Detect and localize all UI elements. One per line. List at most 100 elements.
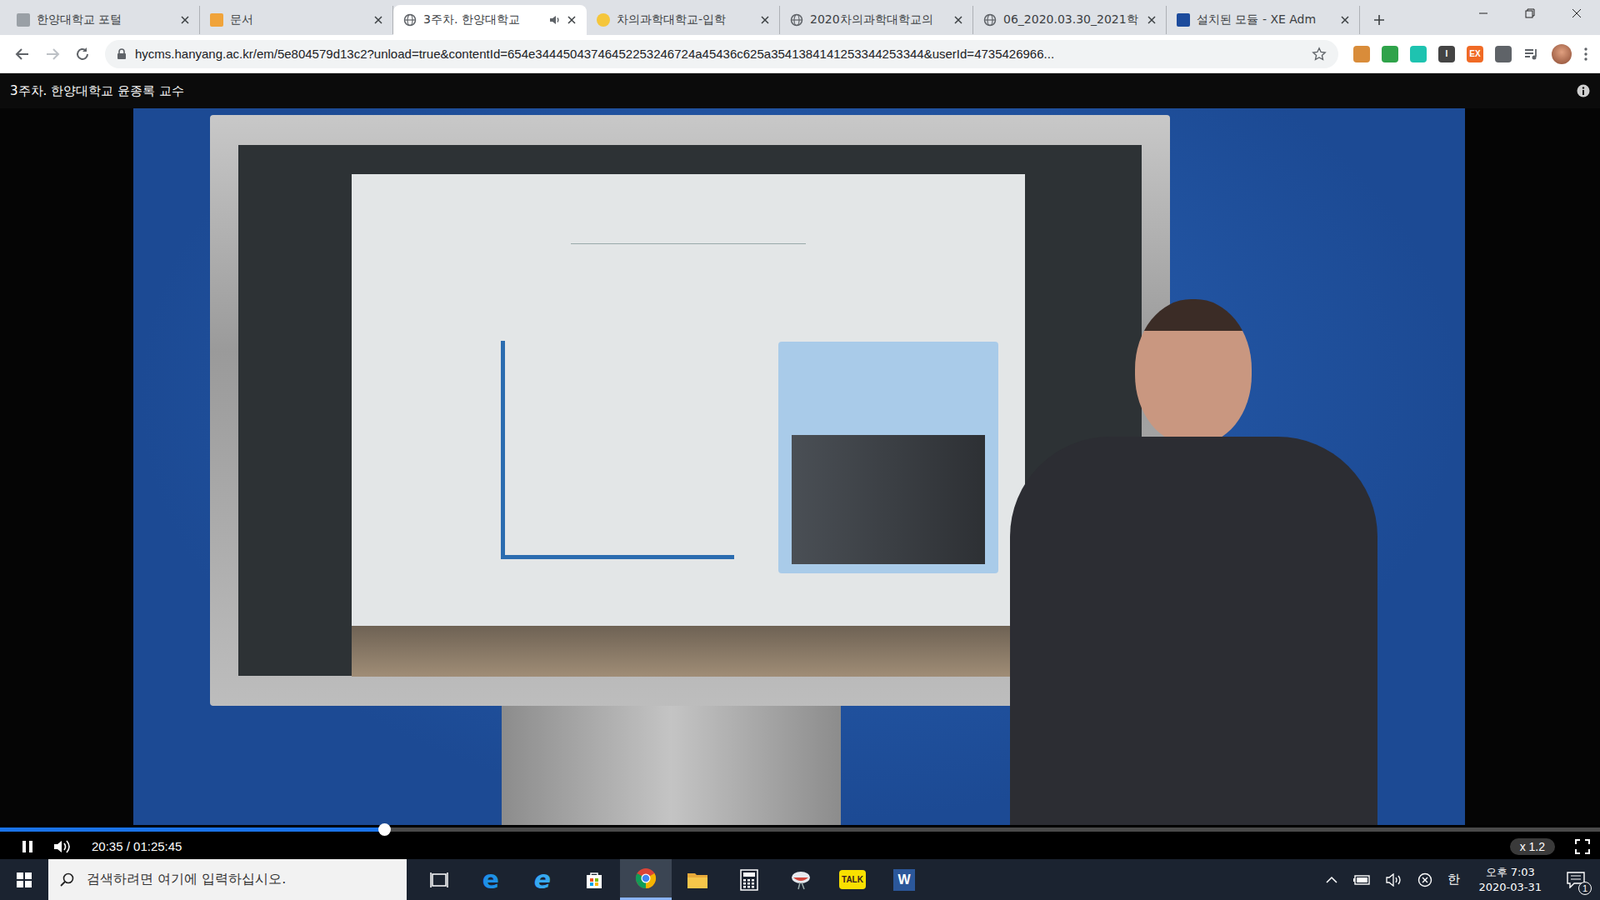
- network-off-icon[interactable]: [1417, 872, 1433, 888]
- tab-bar: 한양대학교 포털 문서 3주차. 한양대학교 차의과학대학교-입학 2020차의…: [0, 0, 1600, 35]
- taskbar-app[interactable]: e: [465, 859, 517, 900]
- system-tray: 한 오후 7:03 2020-03-31 1: [1325, 865, 1600, 895]
- profile-avatar[interactable]: [1551, 44, 1572, 65]
- taskbar-app[interactable]: W: [878, 859, 930, 900]
- task-view-icon: [430, 871, 449, 889]
- browser-tab[interactable]: 3주차. 한양대학교: [393, 5, 587, 35]
- browser-tab[interactable]: 2020차의과학대학교의: [780, 5, 974, 35]
- pause-icon[interactable]: [21, 840, 34, 854]
- notification-button[interactable]: 1: [1560, 871, 1592, 889]
- forward-icon[interactable]: [45, 46, 60, 62]
- minimize-icon: [1478, 8, 1489, 19]
- fullscreen-icon[interactable]: [1575, 839, 1590, 855]
- close-icon[interactable]: [760, 15, 770, 25]
- favicon-icon: [983, 13, 997, 27]
- search-placeholder: 검색하려면 여기에 입력하십시오.: [86, 870, 286, 889]
- speaker-icon[interactable]: [549, 14, 561, 26]
- browser-tab[interactable]: 06_2020.03.30_2021학: [973, 5, 1167, 35]
- favicon-icon: [596, 13, 610, 27]
- lecture-title: 3주차. 한양대학교 윤종록 교수: [10, 83, 185, 100]
- kakaotalk-icon: TALK: [839, 870, 866, 890]
- slide: [351, 174, 1025, 626]
- tab-title: 설치된 모듈 - XE Adm: [1196, 12, 1335, 28]
- favicon-icon: [210, 13, 224, 27]
- extension-icon[interactable]: [1381, 45, 1399, 63]
- chrome-icon: [635, 867, 657, 890]
- lock-icon: [116, 48, 127, 60]
- tab-title: 차의과학대학교-입학: [616, 12, 755, 28]
- browser-tab[interactable]: 한양대학교 포털: [6, 5, 200, 35]
- tab-title: 2020차의과학대학교의: [810, 12, 948, 28]
- reload-icon[interactable]: [75, 46, 90, 62]
- extension-icon[interactable]: [1495, 45, 1512, 63]
- extension-icon[interactable]: [1353, 45, 1370, 63]
- calculator-icon: [740, 869, 759, 891]
- progress-bar[interactable]: [0, 825, 1600, 834]
- taskbar-app[interactable]: [413, 859, 465, 900]
- close-icon[interactable]: [567, 15, 576, 25]
- favicon-icon: [790, 13, 804, 27]
- speed-button[interactable]: x 1.2: [1510, 838, 1555, 855]
- browser-tab[interactable]: 설치된 모듈 - XE Adm: [1166, 5, 1360, 35]
- lecturer: [1010, 299, 1378, 825]
- taskbar-search[interactable]: 검색하려면 여기에 입력하십시오.: [48, 859, 407, 900]
- close-icon[interactable]: [1147, 15, 1156, 25]
- browser-tab[interactable]: 차의과학대학교-입학: [586, 5, 780, 35]
- favicon-icon: [403, 13, 417, 27]
- playback-time: 20:35 / 01:25:45: [91, 839, 182, 854]
- browser-tab[interactable]: 문서: [200, 5, 394, 35]
- search-icon: [60, 872, 75, 888]
- player-title-bar: 3주차. 한양대학교 윤종록 교수: [0, 73, 1600, 109]
- close-icon: [1571, 8, 1582, 19]
- taskbar-app[interactable]: [723, 859, 775, 900]
- restore-icon: [1525, 8, 1535, 19]
- taskbar-app[interactable]: [671, 859, 724, 900]
- address-bar[interactable]: hycms.hanyang.ac.kr/em/5e804579d13c2?unl…: [105, 40, 1339, 69]
- ime-indicator[interactable]: 한: [1447, 871, 1460, 888]
- toolbar: hycms.hanyang.ac.kr/em/5e804579d13c2?unl…: [0, 35, 1600, 74]
- restore-button[interactable]: [1506, 0, 1554, 27]
- start-button[interactable]: [0, 859, 49, 900]
- menu-icon[interactable]: [1583, 46, 1589, 62]
- tab-title: 06_2020.03.30_2021학: [1003, 12, 1141, 28]
- taskbar-app[interactable]: TALK: [826, 859, 879, 900]
- star-icon[interactable]: [1311, 46, 1327, 62]
- close-icon[interactable]: [1340, 15, 1350, 25]
- player-controls: 20:35 / 01:25:45 x 1.2: [0, 833, 1600, 860]
- favicon-icon: [16, 13, 30, 27]
- word-icon: W: [893, 869, 915, 891]
- tab-title: 3주차. 한양대학교: [423, 12, 543, 28]
- tab-title: 한양대학교 포털: [36, 12, 175, 28]
- extension-icon[interactable]: EX: [1466, 45, 1484, 63]
- close-window-button[interactable]: [1553, 0, 1600, 27]
- close-icon[interactable]: [954, 15, 963, 25]
- folder-icon: [686, 870, 709, 890]
- store-icon: [584, 870, 605, 890]
- video-picture: [133, 108, 1465, 825]
- tab-title: 문서: [230, 12, 368, 28]
- speaker-icon[interactable]: [1385, 873, 1403, 887]
- plus-icon[interactable]: [1373, 14, 1385, 26]
- taskbar-app[interactable]: [568, 859, 620, 900]
- favicon-icon: [1176, 13, 1190, 27]
- taskbar-app[interactable]: [620, 859, 672, 900]
- taskbar-app[interactable]: [775, 859, 827, 900]
- video-frame[interactable]: [0, 108, 1600, 825]
- edge-icon: e: [482, 867, 500, 893]
- volume-icon[interactable]: [53, 839, 72, 855]
- url-text: hycms.hanyang.ac.kr/em/5e804579d13c2?unl…: [135, 46, 1304, 61]
- taskbar: 검색하려면 여기에 입력하십시오. ee TALK W 한 오후 7:03 2020…: [0, 859, 1600, 900]
- notification-count: 1: [1578, 881, 1592, 895]
- extension-icon[interactable]: I: [1438, 45, 1455, 63]
- battery-icon[interactable]: [1352, 874, 1371, 886]
- clock[interactable]: 오후 7:03 2020-03-31: [1475, 865, 1545, 895]
- minimize-button[interactable]: [1460, 0, 1507, 27]
- back-icon[interactable]: [15, 46, 30, 62]
- media-control-icon[interactable]: [1523, 45, 1540, 63]
- extension-icon[interactable]: [1410, 45, 1427, 63]
- taskbar-app[interactable]: e: [516, 859, 569, 900]
- close-icon[interactable]: [180, 15, 190, 25]
- chevron-up-icon[interactable]: [1325, 875, 1338, 885]
- info-icon[interactable]: [1576, 84, 1590, 98]
- close-icon[interactable]: [374, 15, 383, 25]
